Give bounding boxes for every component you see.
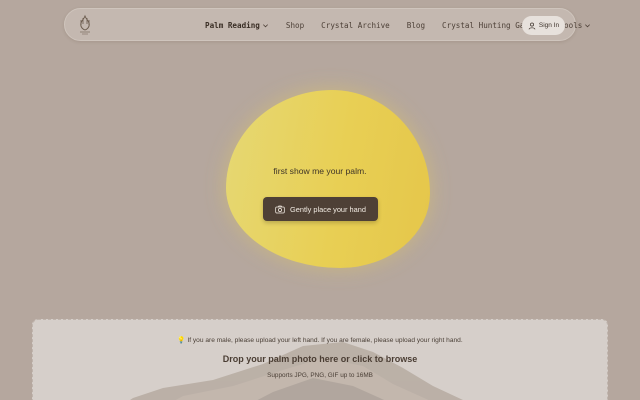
palm-upload-dropzone[interactable]: 💡 If you are male, please upload your le…	[32, 319, 608, 400]
place-hand-label: Gently place your hand	[289, 204, 366, 214]
nav-item-label: Crystal Hunting Game	[442, 21, 534, 30]
nav-item-label: Blog	[406, 21, 426, 30]
upload-title: Drop your palm photo here or click to br…	[222, 354, 418, 364]
hero-blob	[226, 90, 430, 268]
nav-item-crystal-archive[interactable]: Crystal Archive	[321, 21, 390, 30]
nav-item-blog[interactable]: Blog	[407, 21, 425, 30]
chevron-down-icon	[585, 24, 591, 28]
nav-item-label: Crystal Archive	[321, 21, 390, 30]
place-hand-button[interactable]: Gently place your hand	[263, 197, 378, 221]
camera-icon	[275, 205, 285, 213]
nav-item-label: Palm Reading	[205, 21, 260, 30]
sign-in-button[interactable]: Sign In	[522, 16, 565, 35]
user-icon	[528, 22, 536, 30]
upload-supported-formats: Supports JPG, PNG, GIF up to 16MB	[267, 372, 373, 379]
nav-item-label: Shop	[285, 21, 305, 30]
upload-hint: 💡 If you are male, please upload your le…	[177, 337, 463, 344]
nav-item-palm-reading[interactable]: Palm Reading	[205, 21, 269, 30]
sign-in-label: Sign In	[538, 22, 560, 29]
palm-logo-icon[interactable]	[75, 14, 95, 36]
chevron-down-icon	[262, 24, 268, 28]
nav-item-shop[interactable]: Shop	[286, 21, 304, 30]
top-navigation: Palm Reading Shop Crystal Archive Blog C…	[64, 8, 591, 41]
palm-prompt: first show me your palm.	[273, 166, 367, 176]
